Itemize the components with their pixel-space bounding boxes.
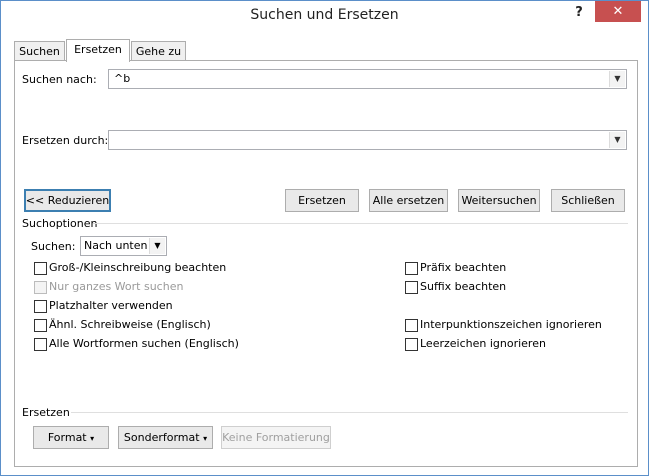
checkbox-whole-word[interactable]	[34, 281, 47, 294]
label-whole-word: Nur ganzes Wort suchen	[49, 280, 184, 293]
replace-dropdown-icon[interactable]: ▼	[609, 132, 625, 148]
tab-panel: Suchen nach: ^b ▼ Ersetzen durch: ▼ << R…	[14, 60, 638, 467]
find-dropdown-icon[interactable]: ▼	[609, 71, 625, 87]
tab-ersetzen-label: Ersetzen	[74, 43, 122, 56]
format-button-label: Format	[47, 431, 87, 444]
replace-all-button[interactable]: Alle ersetzen	[369, 189, 448, 212]
checkbox-wildcards[interactable]	[34, 300, 47, 313]
search-direction-dropdown-icon[interactable]: ▼	[149, 238, 165, 254]
label-match-prefix: Präfix beachten	[420, 261, 507, 274]
label-ignore-whitespace: Leerzeichen ignorieren	[420, 337, 546, 350]
tab-suchen[interactable]: Suchen	[14, 41, 65, 61]
label-all-word-forms: Alle Wortformen suchen (Englisch)	[49, 337, 239, 350]
search-direction-value: Nach unten	[84, 239, 148, 252]
no-formatting-button[interactable]: Keine Formatierung	[221, 426, 331, 449]
replace-section-separator	[71, 412, 628, 413]
find-label: Suchen nach:	[22, 73, 97, 86]
dialog-title: Suchen und Ersetzen	[250, 7, 399, 23]
search-direction-label: Suchen:	[31, 240, 76, 253]
tab-ersetzen[interactable]: Ersetzen	[66, 39, 130, 62]
special-format-button[interactable]: Sonderformat ▾	[118, 426, 213, 449]
replace-section-heading: Ersetzen	[22, 406, 70, 419]
label-match-suffix: Suffix beachten	[420, 280, 507, 293]
checkbox-match-prefix[interactable]	[405, 262, 418, 275]
title-bar: Suchen und Ersetzen ? ✕	[1, 1, 648, 32]
find-value: ^b	[114, 72, 131, 85]
replace-input[interactable]: ▼	[108, 130, 627, 150]
checkbox-match-suffix[interactable]	[405, 281, 418, 294]
replace-label: Ersetzen durch:	[22, 134, 109, 147]
tab-suchen-label: Suchen	[19, 45, 60, 58]
close-button[interactable]: Schließen	[551, 189, 625, 212]
label-match-case: Groß-/Kleinschreibung beachten	[49, 261, 227, 274]
checkbox-ignore-punctuation[interactable]	[405, 319, 418, 332]
help-button[interactable]: ?	[570, 5, 588, 23]
search-direction-select[interactable]: Nach unten ▼	[80, 236, 167, 256]
tab-gehe-zu[interactable]: Gehe zu	[131, 41, 186, 61]
search-options-heading: Suchoptionen	[22, 217, 98, 230]
find-input[interactable]: ^b ▼	[108, 69, 627, 89]
format-caret-icon: ▾	[90, 434, 95, 443]
checkbox-ignore-whitespace[interactable]	[405, 338, 418, 351]
label-ignore-punctuation: Interpunktionszeichen ignorieren	[420, 318, 602, 331]
tab-gehe-zu-label: Gehe zu	[135, 45, 182, 58]
special-format-button-label: Sonderformat	[123, 431, 200, 444]
options-separator	[93, 223, 628, 224]
checkbox-sounds-like[interactable]	[34, 319, 47, 332]
find-next-button[interactable]: Weitersuchen	[458, 189, 540, 212]
checkbox-match-case[interactable]	[34, 262, 47, 275]
label-sounds-like: Ähnl. Schreibweise (Englisch)	[49, 318, 211, 331]
label-wildcards: Platzhalter verwenden	[49, 299, 173, 312]
close-window-button[interactable]: ✕	[595, 1, 641, 22]
replace-button[interactable]: Ersetzen	[285, 189, 359, 212]
find-replace-dialog: Suchen und Ersetzen ? ✕ Suchen Ersetzen …	[0, 0, 649, 476]
checkbox-all-word-forms[interactable]	[34, 338, 47, 351]
special-format-caret-icon: ▾	[203, 434, 208, 443]
reduce-button[interactable]: << Reduzieren	[24, 189, 111, 212]
format-button[interactable]: Format ▾	[33, 426, 109, 449]
